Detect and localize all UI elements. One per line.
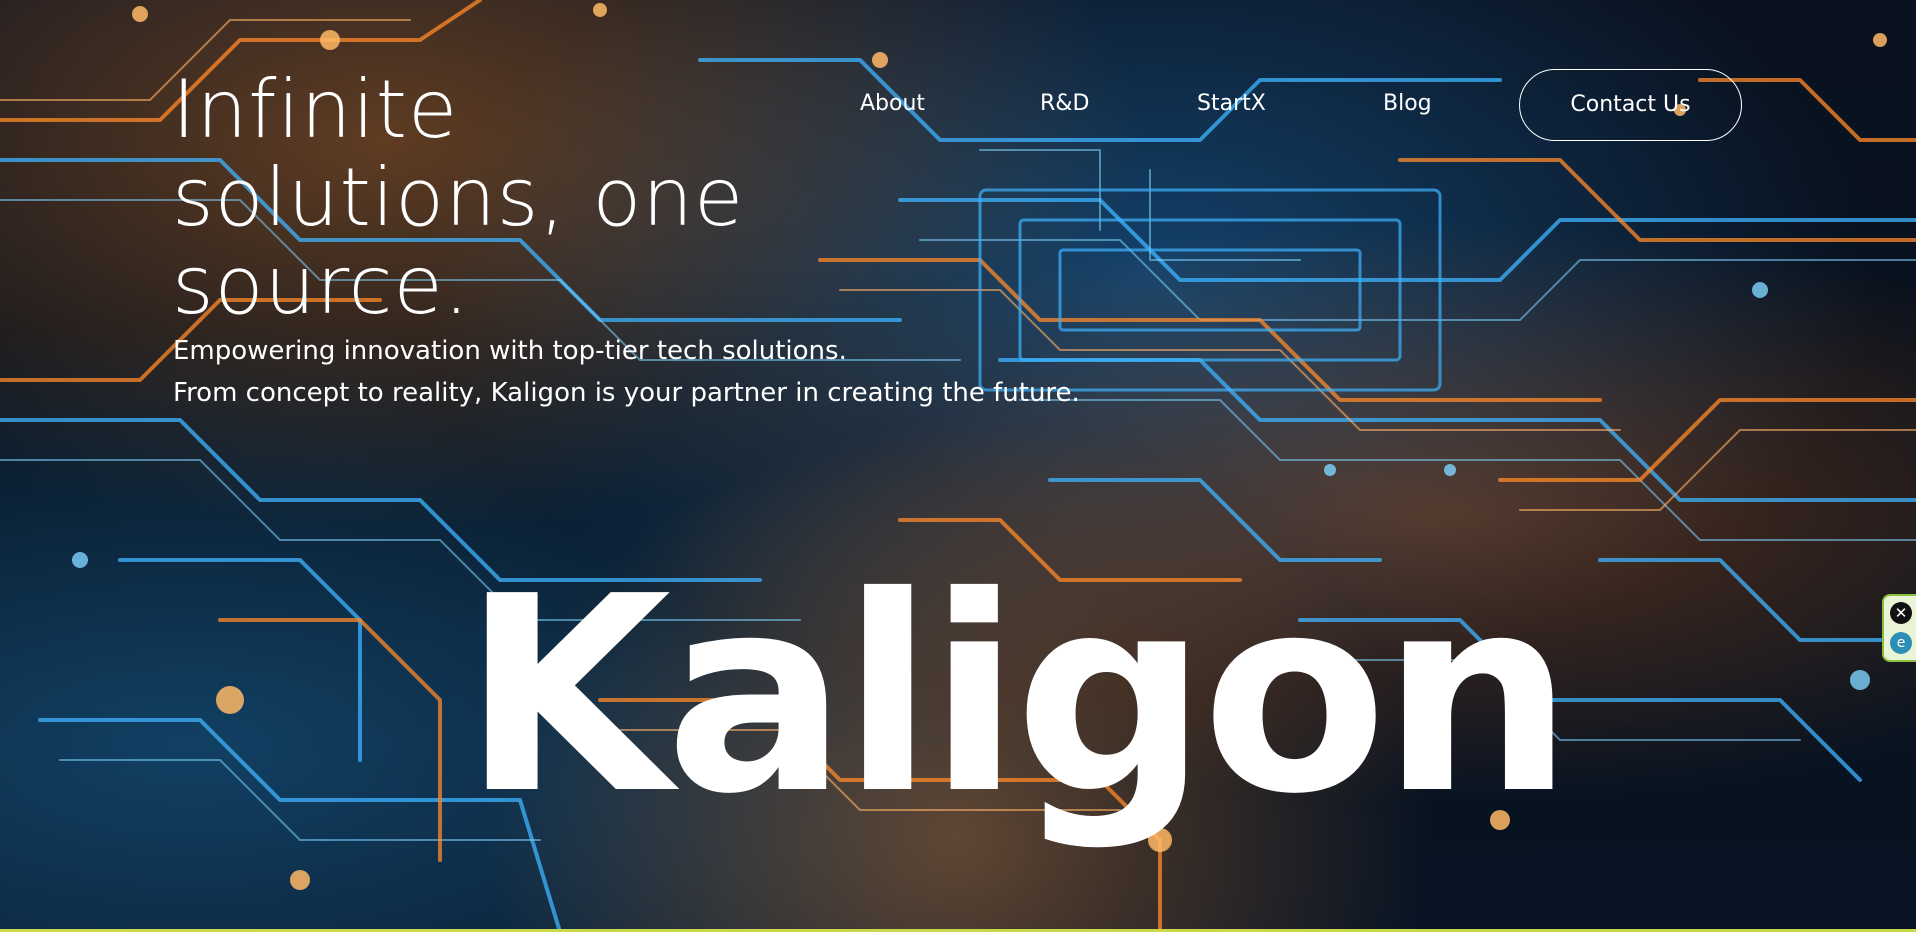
close-icon[interactable]: ✕	[1890, 602, 1912, 624]
nav-link-blog[interactable]: Blog	[1383, 68, 1432, 140]
brand-wordmark: Kaligon	[462, 538, 1573, 853]
headline-line: source.	[172, 239, 471, 332]
contact-us-button[interactable]: Contact Us	[1519, 69, 1742, 141]
nav-link-about[interactable]: About	[860, 68, 925, 140]
nav-link-startx[interactable]: StartX	[1197, 68, 1266, 140]
hero-tagline: Empowering innovation with top-tier tech…	[173, 336, 847, 366]
hero-tagline: From concept to reality, Kaligon is your…	[173, 378, 1080, 408]
nav-link-rnd[interactable]: R&D	[1040, 68, 1089, 140]
extension-logo-icon[interactable]: e	[1890, 632, 1912, 654]
headline-line: solutions, one	[172, 151, 745, 244]
browser-extension-widget: ✕ e	[1882, 594, 1916, 662]
headline-line: Infinite	[172, 63, 459, 156]
hero-section: Infinite solutions, one source. Empoweri…	[0, 0, 1916, 932]
hero-headline: Infinite solutions, one source.	[172, 66, 812, 330]
